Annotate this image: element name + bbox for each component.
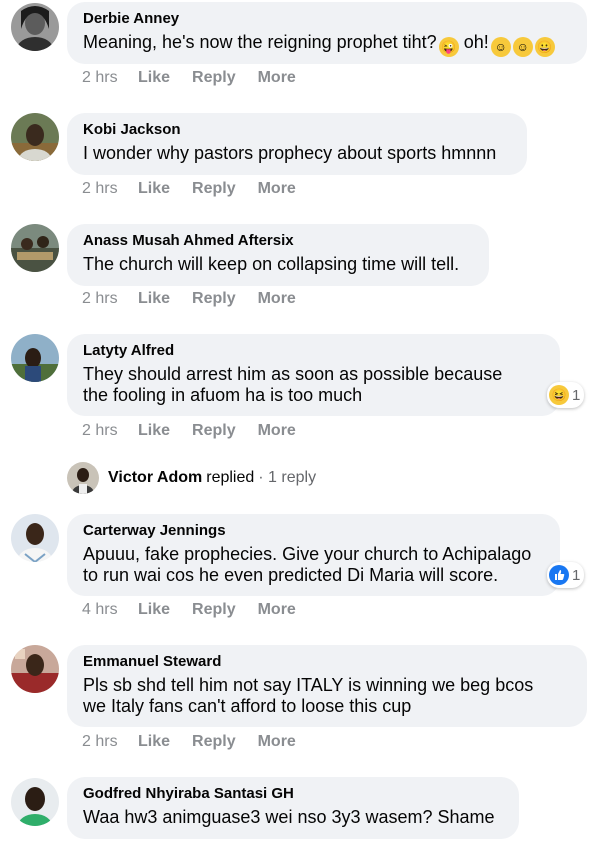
reply-button[interactable]: Reply bbox=[192, 601, 236, 619]
reaction-count: 1 bbox=[572, 566, 581, 584]
avatar-image bbox=[11, 334, 59, 382]
comment-bubble: Kobi Jackson I wonder why pastors prophe… bbox=[67, 113, 527, 175]
like-button[interactable]: Like bbox=[138, 290, 170, 308]
reply-button[interactable]: Reply bbox=[192, 290, 236, 308]
comment-actions: 2 hrs Like Reply More bbox=[82, 422, 318, 440]
comment-text-line: Apuuu, fake prophecies. Give your church… bbox=[83, 544, 532, 564]
comment-author[interactable]: Emmanuel Steward bbox=[83, 653, 571, 671]
avatar-image bbox=[11, 224, 59, 272]
comment-bubble: Anass Musah Ahmed Aftersix The church wi… bbox=[67, 224, 489, 286]
avatar-image bbox=[11, 778, 59, 826]
reply-count: · 1 reply bbox=[258, 469, 317, 486]
avatar[interactable] bbox=[11, 514, 59, 562]
comment-author[interactable]: Carterway Jennings bbox=[83, 522, 544, 540]
comment-text-line: the fooling in afuom ha is too much bbox=[83, 385, 363, 405]
comment-time[interactable]: 4 hrs bbox=[82, 601, 138, 619]
avatar-image bbox=[11, 514, 59, 562]
view-replies-link[interactable]: Victor Adom replied · 1 reply bbox=[67, 461, 316, 495]
reply-button[interactable]: Reply bbox=[192, 180, 236, 198]
winking-tongue-emoji-icon: 😜 bbox=[438, 37, 459, 57]
reply-button[interactable]: Reply bbox=[192, 733, 236, 751]
avatar-image bbox=[11, 113, 59, 161]
comment-author[interactable]: Godfred Nhyiraba Santasi GH bbox=[83, 785, 503, 803]
comment-text-line: to run wai cos he even predicted Di Mari… bbox=[83, 565, 499, 585]
comment-actions: 2 hrs Like Reply More bbox=[82, 733, 318, 751]
comment-time[interactable]: 2 hrs bbox=[82, 290, 138, 308]
comment-actions: 4 hrs Like Reply More bbox=[82, 601, 318, 619]
comment-bubble: Godfred Nhyiraba Santasi GH Waa hw3 anim… bbox=[67, 777, 519, 839]
replier-name[interactable]: Victor Adom bbox=[108, 469, 202, 487]
comment-time[interactable]: 2 hrs bbox=[82, 69, 138, 87]
more-button[interactable]: More bbox=[258, 180, 296, 198]
comment-bubble: Carterway Jennings Apuuu, fake prophecie… bbox=[67, 514, 560, 596]
comment-bubble: Emmanuel Steward Pls sb shd tell him not… bbox=[67, 645, 587, 727]
comment-text: Waa hw3 animguase3 wei nso 3y3 wasem? Sh… bbox=[83, 807, 495, 827]
reply-button[interactable]: Reply bbox=[192, 422, 236, 440]
comment-text-line: we Italy fans can't afford to loose this… bbox=[83, 696, 412, 716]
comment-text-tail: oh! bbox=[463, 32, 489, 52]
reply-button[interactable]: Reply bbox=[192, 69, 236, 87]
more-button[interactable]: More bbox=[258, 69, 296, 87]
comment-author[interactable]: Kobi Jackson bbox=[83, 121, 511, 139]
avatar-image bbox=[11, 645, 59, 693]
comment-time[interactable]: 2 hrs bbox=[82, 422, 138, 440]
like-button[interactable]: Like bbox=[138, 180, 170, 198]
comment-time[interactable]: 2 hrs bbox=[82, 180, 138, 198]
like-button[interactable]: Like bbox=[138, 422, 170, 440]
avatar[interactable] bbox=[11, 113, 59, 161]
avatar[interactable] bbox=[11, 778, 59, 826]
comment-text-main: Meaning, he's now the reigning prophet t… bbox=[83, 32, 437, 52]
haha-reaction-icon: 😆 bbox=[549, 385, 569, 405]
like-button[interactable]: Like bbox=[138, 69, 170, 87]
thumbs-up-icon bbox=[555, 570, 565, 580]
like-button[interactable]: Like bbox=[138, 601, 170, 619]
comment-text: I wonder why pastors prophecy about spor… bbox=[83, 143, 497, 163]
avatar[interactable] bbox=[11, 3, 59, 51]
comment-text-line: Pls sb shd tell him not say ITALY is win… bbox=[83, 675, 534, 695]
comment-actions: 2 hrs Like Reply More bbox=[82, 290, 318, 308]
comment-bubble: Latyty Alfred They should arrest him as … bbox=[67, 334, 560, 416]
like-reaction-icon bbox=[549, 565, 569, 585]
grinning-emoji-icon: 😀 bbox=[534, 37, 555, 57]
avatar[interactable] bbox=[11, 645, 59, 693]
avatar-image bbox=[11, 3, 59, 51]
smiling-emoji-icon: ☺ bbox=[490, 37, 511, 57]
comment-text: Meaning, he's now the reigning prophet t… bbox=[83, 32, 571, 57]
comment-text-line: They should arrest him as soon as possib… bbox=[83, 364, 503, 384]
more-button[interactable]: More bbox=[258, 290, 296, 308]
comment-actions: 2 hrs Like Reply More bbox=[82, 180, 318, 198]
reply-avatar bbox=[67, 462, 99, 494]
comment-author[interactable]: Derbie Anney bbox=[83, 10, 571, 28]
comment-actions: 2 hrs Like Reply More bbox=[82, 69, 318, 87]
avatar[interactable] bbox=[11, 224, 59, 272]
more-button[interactable]: More bbox=[258, 601, 296, 619]
comment-text: The church will keep on collapsing time … bbox=[83, 254, 460, 274]
smiling-emoji-icon: ☺ bbox=[512, 37, 533, 57]
more-button[interactable]: More bbox=[258, 422, 296, 440]
comment-author[interactable]: Anass Musah Ahmed Aftersix bbox=[83, 232, 473, 250]
comment-time[interactable]: 2 hrs bbox=[82, 733, 138, 751]
reaction-badge[interactable]: 1 bbox=[547, 562, 585, 588]
reaction-count: 1 bbox=[572, 386, 581, 404]
replied-verb: replied bbox=[206, 469, 255, 486]
like-button[interactable]: Like bbox=[138, 733, 170, 751]
comment-author[interactable]: Latyty Alfred bbox=[83, 342, 544, 360]
reaction-badge[interactable]: 😆 1 bbox=[547, 382, 585, 408]
more-button[interactable]: More bbox=[258, 733, 296, 751]
avatar[interactable] bbox=[11, 334, 59, 382]
reply-avatar-image bbox=[67, 462, 99, 494]
comment-bubble: Derbie Anney Meaning, he's now the reign… bbox=[67, 2, 587, 64]
